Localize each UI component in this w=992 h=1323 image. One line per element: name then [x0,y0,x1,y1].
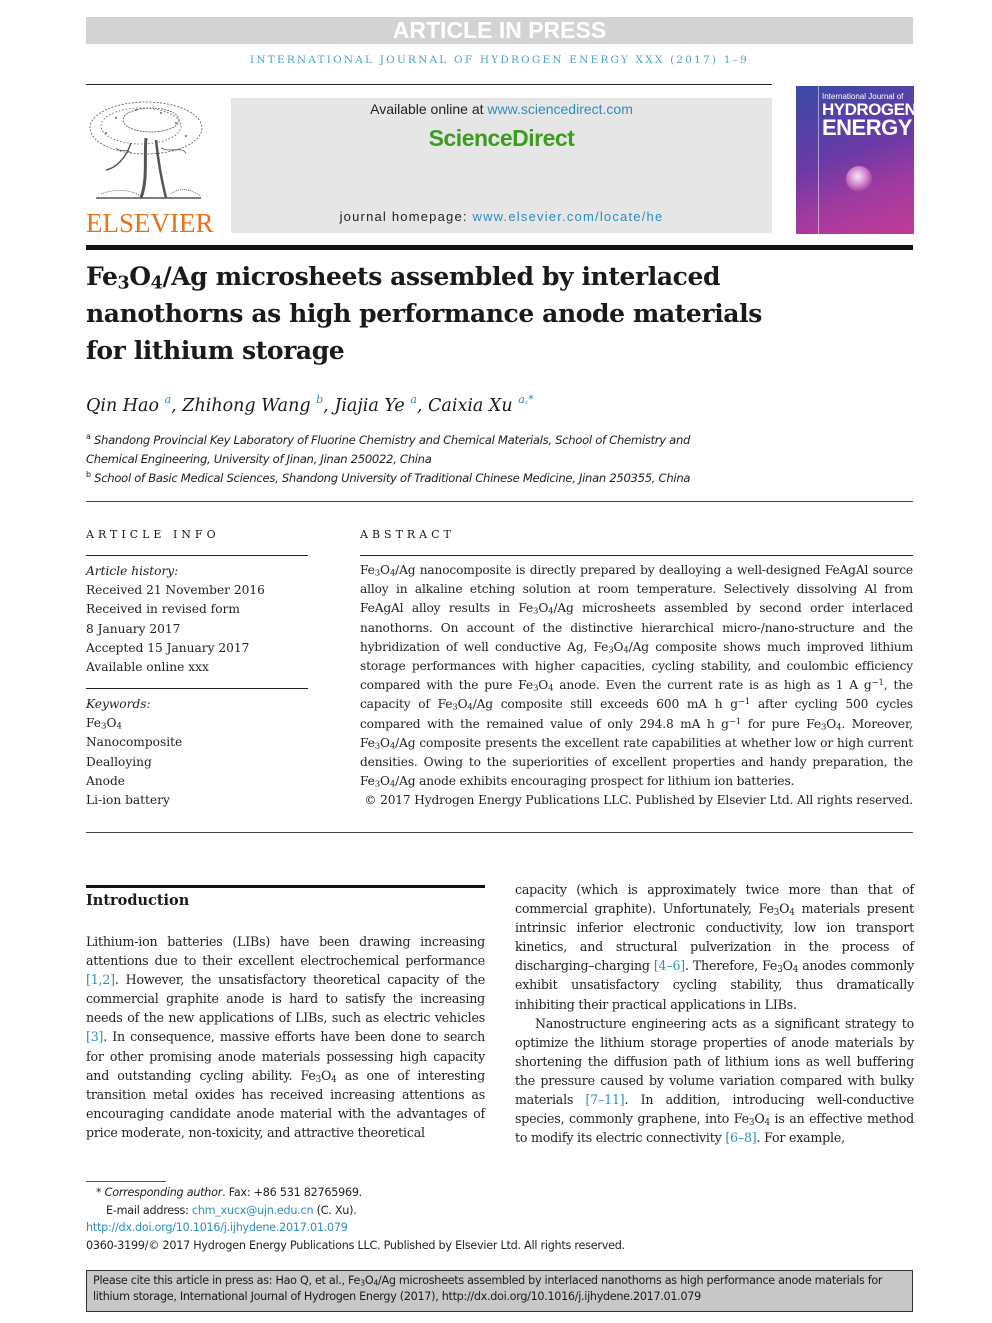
corresponding-author-note: * Corresponding author. Fax: +86 531 827… [96,1186,362,1199]
history-item: Received in revised form [86,602,240,617]
email-note: E-mail address: chm_xucx@ujn.edu.cn (C. … [106,1203,357,1217]
history-item: Available online xxx [86,660,209,675]
cover-divider [818,86,819,234]
abstract-heading: ABSTRACT [360,528,455,541]
journal-running-header: International Journal of Hydrogen Energy… [250,54,749,66]
author: Qin Hao [86,396,160,416]
keyword: Nanocomposite [86,735,183,750]
chemical-formula: Fe3O4 [300,1067,337,1085]
chemical-formula: Fe3O4 [762,958,799,976]
cover-title-line3: ENERGY [822,115,912,140]
paper-title: Fe3O4/Ag microsheets assembled by interl… [86,262,762,365]
article-history-label: Article history: [86,564,179,578]
cite-this-article-box: Please cite this article in press as: Ha… [86,1270,913,1312]
article-history: Article history: Received 21 November 20… [86,562,308,677]
history-item: 8 January 2017 [86,621,181,636]
citation-link[interactable]: [7–11] [586,1092,625,1107]
article-info-heading: ARTICLE INFO [86,528,220,541]
author-affiliation-link[interactable]: a [410,393,417,406]
author: Caixia Xu [428,396,513,416]
chemical-formula: Fe3O4 [437,697,473,714]
doi-link[interactable]: http://dx.doi.org/10.1016/j.ijhydene.201… [86,1219,786,1237]
citation-link[interactable]: [4–6] [654,958,685,973]
affiliation-b: b School of Basic Medical Sciences, Shan… [86,470,691,486]
section-divider [86,501,913,502]
elsevier-wordmark: ELSEVIER [86,208,214,238]
available-online-text: Available online at www.sciencedirect.co… [231,101,772,117]
author: Jiajia Ye [334,396,405,416]
citation-link[interactable]: [3] [86,1029,103,1044]
article-in-press-banner: ARTICLE IN PRESS [86,17,913,44]
title-divider [86,245,913,250]
homepage-label: journal homepage: [339,209,473,224]
section-divider [86,832,913,833]
body-paragraph: Nanostructure engineering acts as a sign… [515,1015,915,1146]
exponent: −1 [728,716,742,727]
keyword: Fe3O4 [86,716,122,732]
citation-link[interactable]: [1,2] [86,972,115,987]
abstract-copyright: © 2017 Hydrogen Energy Publications LLC.… [364,793,913,808]
keyword: Anode [86,773,126,788]
keyword: Dealloying [86,754,152,769]
abstract-text: Fe3O4/Ag nanocomposite is directly prepa… [360,563,913,790]
citation-link[interactable]: [6–8] [725,1130,756,1145]
chemical-formula: Fe3O4 [518,678,554,694]
affiliation-a: a Shandong Provincial Key Laboratory of … [86,432,691,448]
chemical-formula: Fe3O4 [733,1111,770,1128]
sciencedirect-logo: ScienceDirect [428,125,575,151]
introduction-rule [86,885,485,888]
body-column-left: Lithium-ion batteries (LIBs) have been d… [86,932,485,1142]
chemical-formula: Fe3O4 [360,735,396,752]
chemical-formula: Fe3O4 [348,1274,379,1288]
elsevier-tree-icon [89,101,203,199]
footnote-rule [86,1181,166,1182]
author: Zhihong Wang [182,396,311,416]
chemical-formula: Fe3O4 [360,563,396,579]
footnotes: * Corresponding author. Fax: +86 531 827… [86,1184,786,1254]
chemical-formula: Fe3O4 [806,716,842,733]
issn-copyright: 0360-3199/© 2017 Hydrogen Energy Publica… [86,1238,625,1252]
abstract-body: Fe3O4/Ag nanocomposite is directly prepa… [360,561,913,811]
journal-homepage: journal homepage: www.elsevier.com/locat… [231,209,772,224]
abstract-rule [360,555,913,556]
keywords-label: Keywords: [86,697,151,711]
author-affiliation-link[interactable]: a,* [518,393,534,406]
journal-cover-image: International Journal of HYDROGEN ENERGY [796,86,914,234]
article-info-rule [86,555,308,556]
body-column-right: capacity (which is approximately twice m… [515,880,914,1147]
author-affiliation-link[interactable]: b [316,393,323,406]
keywords: Keywords: Fe3O4 Nanocomposite Dealloying… [86,695,308,810]
exponent: −1 [737,697,751,708]
affiliation-a-cont: Chemical Engineering, University of Jina… [86,452,432,466]
journal-homepage-link[interactable]: www.elsevier.com/locate/he [473,209,664,224]
chemical-formula: Fe3O4 [518,601,554,618]
body-paragraph: capacity (which is approximately twice m… [515,882,915,1012]
sciencedirect-banner: Available online at www.sciencedirect.co… [231,98,772,233]
history-item: Received 21 November 2016 [86,583,265,598]
email-link[interactable]: chm_xucx@ujn.edu.cn [192,1204,314,1217]
header-rule [86,84,772,85]
author-affiliation-link[interactable]: a [165,393,172,406]
author-list: Qin Hao a, Zhihong Wang b, Jiajia Ye a, … [86,393,534,416]
introduction-heading: Introduction [86,892,190,909]
chemical-formula: Fe3O4 [758,901,795,918]
history-item: Accepted 15 January 2017 [86,640,250,655]
chemical-formula: Fe3O4 [360,774,396,790]
keyword: Li-ion battery [86,793,170,808]
exponent: −1 [871,678,884,689]
sciencedirect-link[interactable]: www.sciencedirect.com [487,101,633,117]
available-online-label: Available online at [370,101,488,117]
body-paragraph: Lithium-ion batteries (LIBs) have been d… [86,934,485,1140]
cover-title: International Journal of HYDROGEN ENERGY [822,92,914,140]
cover-orb-graphic [846,166,872,192]
chemical-formula: Fe3O4 [593,639,629,656]
keywords-rule [86,688,308,689]
